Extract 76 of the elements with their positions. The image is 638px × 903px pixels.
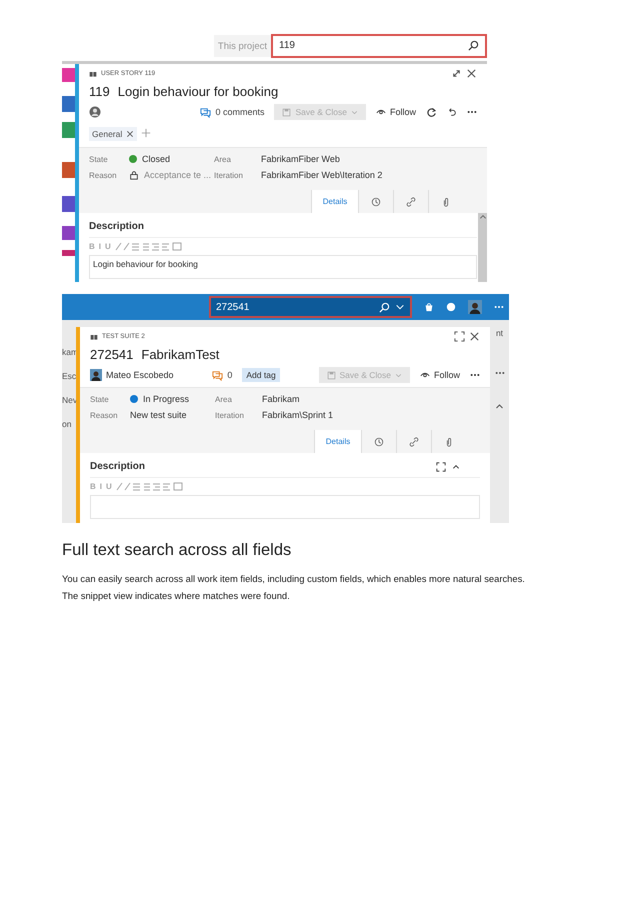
field-label: State [89,154,109,164]
body-text: The snippet view indicates where matches were found. [62,589,291,603]
add-tag-button[interactable]: Add tag [242,368,280,382]
section-heading: Description [89,221,144,232]
search-icon [379,302,390,312]
background-text: nt [496,328,504,340]
field-value[interactable]: New test suite [130,410,215,420]
field-label: Iteration [215,410,245,420]
fullscreen-icon[interactable] [454,331,465,342]
book-icon [90,332,98,340]
comments-link[interactable]: 0 [212,370,232,380]
field-value[interactable]: FabrikamFiber Web [261,154,477,164]
avatar-icon[interactable] [468,300,482,314]
avatar-icon[interactable] [89,106,101,118]
work-item-title[interactable]: FabrikamTest [141,347,220,362]
search-icon [468,40,479,51]
lock-icon [129,170,139,180]
expand-icon[interactable] [451,68,462,79]
background-text: Esc [62,371,76,383]
field-label: Reason [90,410,119,420]
field-label: Iteration [214,170,244,180]
close-icon[interactable] [469,331,480,342]
field-value[interactable]: In Progress [130,394,215,404]
search-field[interactable]: 272541 [209,296,412,318]
collapse-icon[interactable] [452,462,460,470]
section-heading: Full text search across all fields [62,541,292,560]
paperclip-icon [441,196,451,206]
avatar-icon [90,369,102,381]
fullscreen-icon[interactable] [436,462,446,472]
eye-icon [420,370,430,380]
link-icon [406,196,416,206]
scroll-up-icon[interactable] [478,213,486,221]
history-icon [374,436,384,446]
work-item-title[interactable]: Login behaviour for booking [118,84,278,99]
eye-icon [376,107,386,117]
search-field[interactable]: 119 [271,34,487,58]
follow-button[interactable]: Follow [420,370,460,380]
tag-chip[interactable]: General [89,127,138,141]
field-label: Area [214,154,232,164]
section-heading: Description [90,461,146,472]
details-tab[interactable]: Details [314,430,361,453]
work-item-id: 119 [89,84,110,99]
comment-icon [200,106,212,118]
comment-icon [212,370,224,380]
field-value[interactable]: Fabrikam [262,394,480,404]
scrollbar[interactable] [478,213,487,282]
field-value[interactable]: Closed [129,154,214,164]
history-icon [371,196,381,206]
caret-icon [350,108,358,116]
field-label: State [90,394,110,404]
undo-icon[interactable] [447,107,457,117]
caret-icon [395,372,402,378]
app-tiles-drawing[interactable] [62,66,75,256]
remove-tag-icon[interactable] [126,130,134,138]
chevron-down-icon [395,302,405,312]
description-editor[interactable]: Login behaviour for booking [89,255,477,279]
field-value[interactable]: Fabrikam\Sprint 1 [262,410,480,420]
field-value[interactable]: FabrikamFiber Web\Iteration 2 [261,170,477,180]
background-text: on [62,419,72,431]
details-tab[interactable]: Details [311,190,358,213]
link-icon [409,436,419,446]
close-icon[interactable] [466,68,477,79]
save-icon [282,108,292,116]
refresh-icon[interactable] [426,106,437,118]
body-text: You can easily search across all work item fields, including custom fields, which enables more natural searches. [62,572,526,586]
book-icon [89,70,97,78]
bag-icon[interactable] [424,302,434,312]
field-label: Reason [89,170,118,180]
assignee[interactable]: Mateo Escobedo [90,369,174,381]
work-item-id: 272541 [90,347,134,362]
follow-button[interactable]: Follow [376,107,416,117]
paperclip-icon [444,436,454,446]
field-label: Area [215,394,233,404]
comments-link[interactable]: 0 comments [200,106,264,118]
caret-up-icon[interactable] [495,402,504,411]
save-icon [326,370,336,380]
